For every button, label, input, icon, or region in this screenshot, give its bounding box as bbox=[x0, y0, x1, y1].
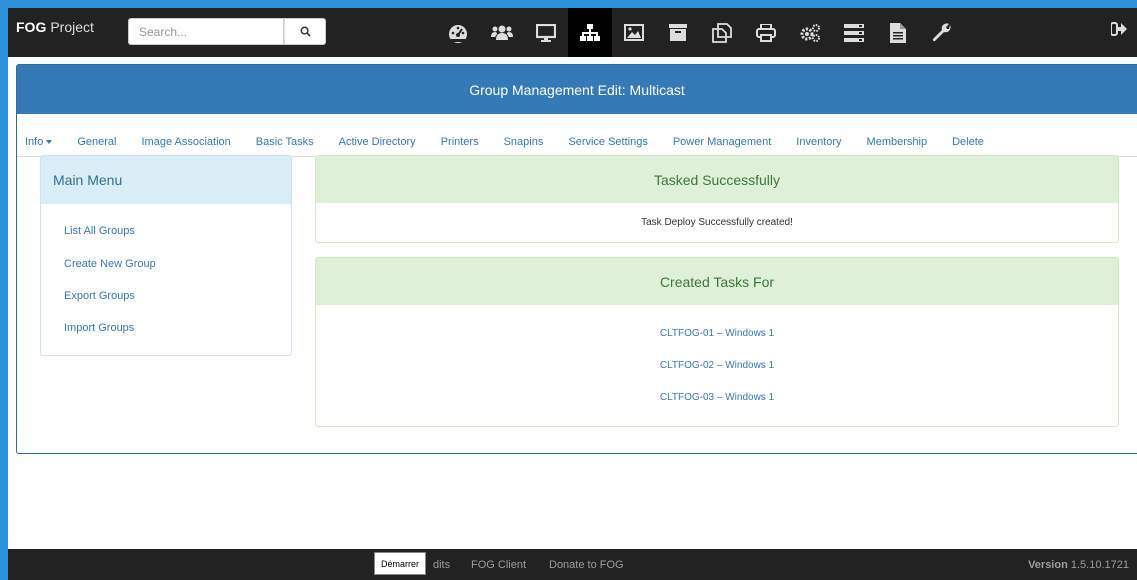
sidebar-item-import-groups[interactable]: Import Groups bbox=[64, 322, 134, 334]
tab-snapins[interactable]: Snapins bbox=[504, 136, 544, 148]
sidebar-item-create-new-group[interactable]: Create New Group bbox=[64, 258, 156, 270]
host-link-cltfog-01[interactable]: CLTFOG-01 – Windows 1 bbox=[316, 328, 1118, 339]
brand-name-bold: FOG bbox=[16, 18, 47, 35]
main-menu-title: Main Menu bbox=[41, 156, 291, 204]
tasked-successfully-panel: Tasked Successfully Task Deploy Successf… bbox=[315, 155, 1119, 243]
brand-name-light: Project bbox=[50, 18, 94, 35]
nav-fog-configuration[interactable] bbox=[832, 8, 876, 57]
tab-info-label: Info bbox=[25, 135, 44, 148]
nav-users[interactable] bbox=[480, 8, 524, 57]
tab-printers[interactable]: Printers bbox=[441, 136, 479, 148]
nav-storage[interactable] bbox=[656, 8, 700, 57]
logout-button[interactable] bbox=[1110, 22, 1127, 39]
group-edit-tabs: Info General Image Association Basic Tas… bbox=[17, 127, 1137, 157]
footer-fog-client-link[interactable]: FOG Client bbox=[471, 559, 526, 571]
brand-logo[interactable]: FOG Project bbox=[8, 8, 120, 57]
host-link-cltfog-03[interactable]: CLTFOG-03 – Windows 1 bbox=[316, 392, 1118, 403]
group-edit-panel: Group Management Edit: Multicast Info Ge… bbox=[16, 64, 1137, 454]
report-icon bbox=[890, 22, 906, 43]
nav-service-configuration[interactable] bbox=[788, 8, 832, 57]
monitor-icon bbox=[536, 23, 556, 42]
cogs-icon bbox=[800, 23, 820, 42]
caret-down-icon bbox=[46, 139, 53, 144]
search-button[interactable] bbox=[284, 18, 326, 45]
window-frame-left bbox=[0, 0, 8, 580]
tab-info[interactable]: Info bbox=[25, 135, 53, 148]
archive-icon bbox=[669, 24, 687, 41]
tab-active-directory[interactable]: Active Directory bbox=[339, 136, 416, 148]
version-info: Version 1.5.10.1721 bbox=[1028, 559, 1129, 571]
window-frame-top bbox=[0, 0, 1137, 8]
tab-inventory[interactable]: Inventory bbox=[796, 136, 841, 148]
search-icon bbox=[300, 26, 311, 37]
nav-printers[interactable] bbox=[744, 8, 788, 57]
users-icon bbox=[491, 25, 513, 40]
version-label: Version bbox=[1028, 559, 1068, 571]
nav-snapins[interactable] bbox=[700, 8, 744, 57]
tab-basic-tasks[interactable]: Basic Tasks bbox=[256, 136, 314, 148]
task-success-message: Task Deploy Successfully created! bbox=[641, 217, 793, 228]
created-tasks-title: Created Tasks For bbox=[316, 258, 1118, 305]
nav-dashboard[interactable] bbox=[436, 8, 480, 57]
created-tasks-panel: Created Tasks For CLTFOG-01 – Windows 1 … bbox=[315, 257, 1119, 427]
dashboard-icon bbox=[449, 24, 467, 43]
host-link-cltfog-02[interactable]: CLTFOG-02 – Windows 1 bbox=[316, 360, 1118, 371]
nav-hosts[interactable] bbox=[524, 8, 568, 57]
wrench-icon bbox=[932, 22, 951, 41]
footer-credits-link[interactable]: dits bbox=[433, 559, 450, 571]
main-menu: Main Menu List All Groups Create New Gro… bbox=[40, 155, 292, 356]
tab-membership[interactable]: Membership bbox=[867, 136, 928, 148]
tab-delete[interactable]: Delete bbox=[952, 136, 984, 148]
clone-icon bbox=[712, 22, 732, 43]
version-number: 1.5.10.1721 bbox=[1070, 559, 1129, 571]
nav-groups[interactable] bbox=[568, 8, 612, 57]
server-icon bbox=[844, 23, 864, 42]
tab-image-association[interactable]: Image Association bbox=[142, 136, 231, 148]
sign-out-icon bbox=[1110, 22, 1127, 36]
nav-plugins[interactable] bbox=[920, 8, 964, 57]
footer-donate-link[interactable]: Donate to FOG bbox=[549, 559, 624, 571]
sitemap-icon bbox=[580, 23, 600, 41]
sidebar-item-list-all-groups[interactable]: List All Groups bbox=[64, 225, 135, 237]
nav-images[interactable] bbox=[612, 8, 656, 57]
tab-service-settings[interactable]: Service Settings bbox=[568, 136, 647, 148]
main-nav-icons bbox=[436, 8, 964, 57]
top-navbar: FOG Project bbox=[8, 8, 1137, 57]
sidebar-item-export-groups[interactable]: Export Groups bbox=[64, 290, 135, 302]
search-form bbox=[128, 18, 326, 45]
tab-general[interactable]: General bbox=[77, 136, 116, 148]
footer: dits FOG Client Donate to FOG Démarrer V… bbox=[8, 549, 1137, 580]
search-input[interactable] bbox=[128, 18, 284, 45]
tasked-successfully-title: Tasked Successfully bbox=[316, 156, 1118, 203]
image-icon bbox=[624, 24, 644, 41]
page-title: Group Management Edit: Multicast bbox=[17, 65, 1137, 114]
nav-reports[interactable] bbox=[876, 8, 920, 57]
tab-power-management[interactable]: Power Management bbox=[673, 136, 771, 148]
printer-icon bbox=[756, 23, 776, 42]
start-tooltip: Démarrer bbox=[374, 552, 427, 575]
